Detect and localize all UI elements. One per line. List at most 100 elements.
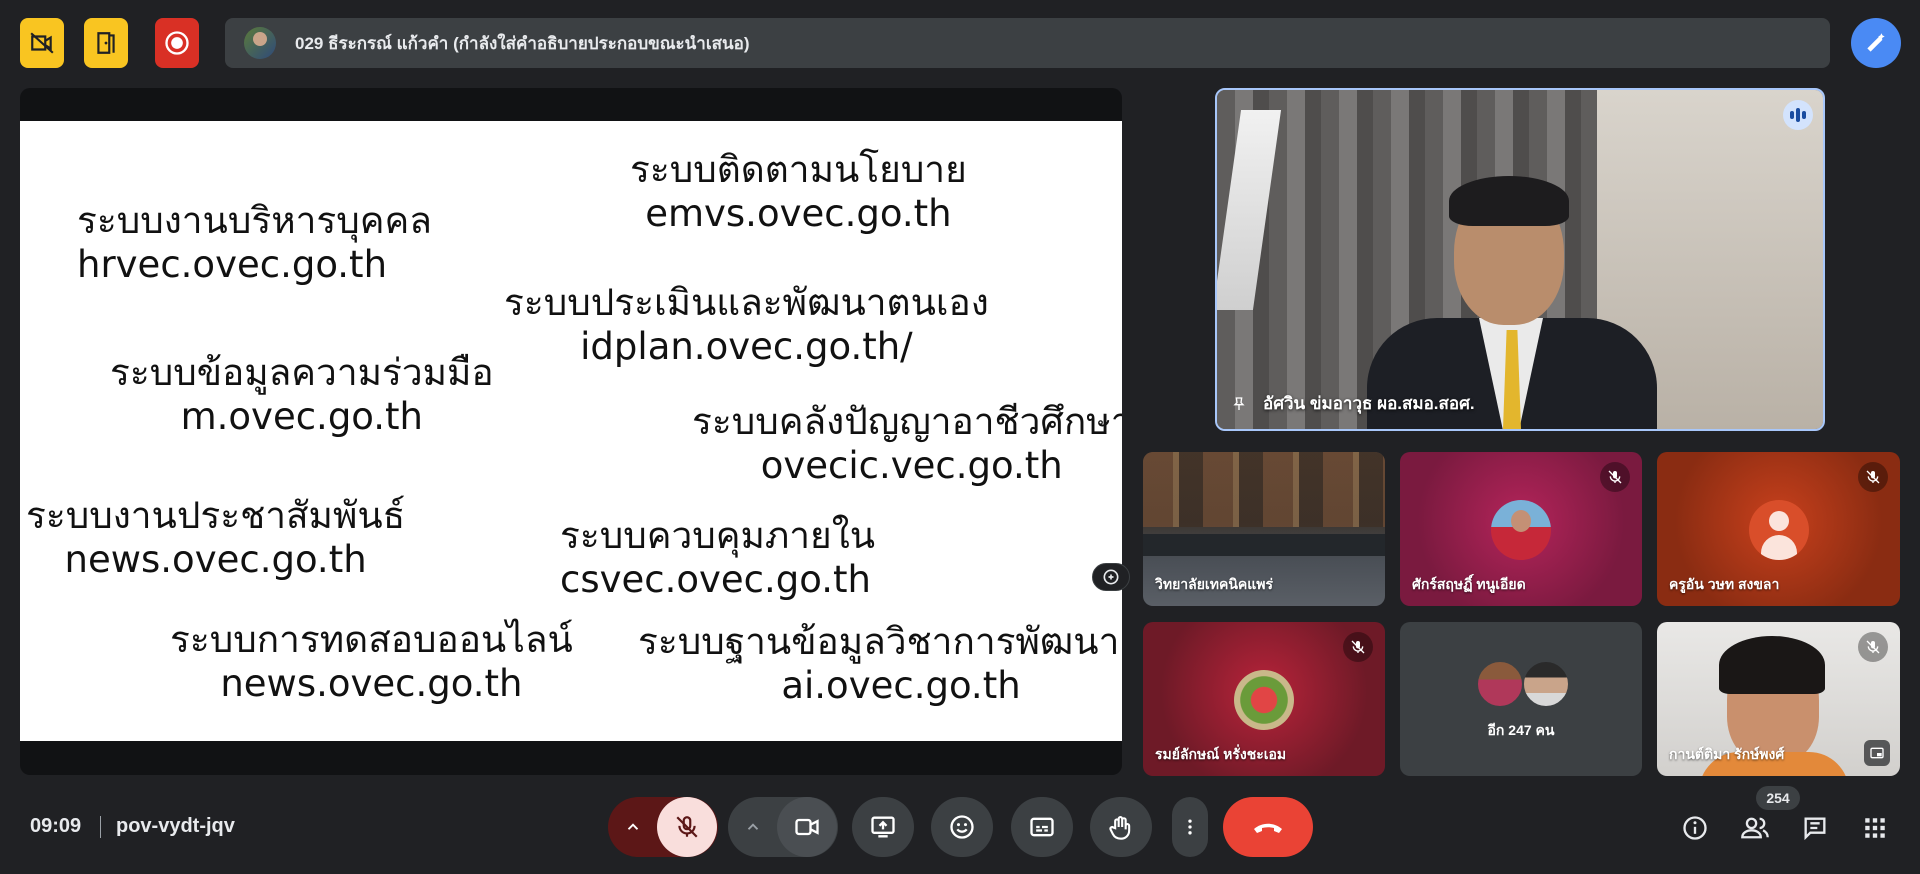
slide-item-url: emvs.ovec.go.th — [645, 192, 952, 236]
emoji-icon — [950, 815, 974, 839]
slide-item: ระบบงานประชาสัมพันธ์ news.ovec.go.th — [26, 494, 405, 583]
camera-control — [728, 797, 838, 857]
recording-button[interactable] — [155, 18, 199, 68]
pin-icon — [1233, 396, 1245, 410]
slide-item-title: ระบบประเมินและพัฒนาตนเอง — [504, 281, 989, 324]
participant-tile[interactable]: รมย์ลักษณ์ หรั่งชะเอม — [1143, 622, 1385, 776]
main-speaker-label: อัศวิน ข่มอาวุธ ผอ.สมอ.สอศ. — [1231, 390, 1475, 417]
slide-item: ระบบฐานข้อมูลวิชาการพัฒนาครู ai.ovec.go.… — [638, 620, 1122, 709]
participant-tile[interactable]: ศักร์สฤษฏิ์ ทนูเอียด — [1400, 452, 1642, 606]
meeting-code: pov-vydt-jqv — [116, 815, 235, 837]
slide-item-url: news.ovec.go.th — [64, 538, 367, 582]
chat-button[interactable] — [1797, 810, 1833, 846]
avatar — [1522, 660, 1570, 708]
divider — [100, 816, 101, 838]
presentation-slide: ระบบงานบริหารบุคคล hrvec.ovec.go.th ระบบ… — [20, 121, 1122, 741]
more-participants-label: อีก 247 คน — [1487, 722, 1555, 738]
slide-item-title: ระบบข้อมูลความร่วมมือ — [110, 351, 494, 394]
participant-name: ครูอัน วษท สงขลา — [1669, 576, 1780, 592]
slide-item: ระบบประเมินและพัฒนาตนเอง idplan.ovec.go.… — [504, 281, 989, 370]
ai-annotate-button[interactable] — [1851, 18, 1901, 68]
more-participants-tile[interactable]: อีก 247 คน — [1400, 622, 1642, 776]
presentation-stage: ระบบงานบริหารบุคคล hrvec.ovec.go.th ระบบ… — [20, 88, 1122, 775]
slide-item: ระบบการทดสอบออนไลน์ news.ovec.go.th — [170, 618, 573, 707]
default-avatar-icon — [1749, 500, 1809, 560]
participant-name: กานต์ติมา รักษ์พงศ์ — [1669, 746, 1785, 762]
mic-off-icon — [1858, 632, 1888, 662]
door-icon — [97, 32, 115, 54]
meeting-details-button[interactable] — [1677, 810, 1713, 846]
captions-button[interactable] — [1011, 797, 1073, 857]
video-options-button[interactable] — [729, 818, 777, 836]
hand-raise-off-button[interactable] — [20, 18, 64, 68]
avatar — [1491, 500, 1551, 560]
slide-item-url: hrvec.ovec.go.th — [77, 243, 388, 287]
raise-hand-button[interactable] — [1090, 797, 1152, 857]
slide-item-title: ระบบงานบริหารบุคคล — [77, 199, 432, 242]
participant-count-badge: 254 — [1756, 786, 1800, 810]
captions-icon — [1030, 817, 1054, 837]
toggle-mic-button[interactable] — [657, 797, 717, 857]
slide-item-title: ระบบติดตามนโยบาย — [630, 148, 967, 191]
presenter-banner: 029 ธีระกรณ์ แก้วคำ (กำลังใส่คำอธิบายประ… — [225, 18, 1830, 68]
record-icon — [165, 31, 189, 55]
participant-tile[interactable]: กานต์ติมา รักษ์พงศ์ — [1657, 622, 1900, 776]
slide-item-title: ระบบการทดสอบออนไลน์ — [170, 618, 573, 661]
slide-item-title: ระบบคลังปัญญาอาชีวศึกษา — [692, 400, 1122, 443]
presenter-avatar — [244, 27, 276, 59]
participant-tile[interactable]: ครูอัน วษท สงขลา — [1657, 452, 1900, 606]
main-speaker-tile[interactable]: อัศวิน ข่มอาวุธ ผอ.สมอ.สอศ. — [1215, 88, 1825, 431]
leave-room-button[interactable] — [84, 18, 128, 68]
avatar-stack — [1476, 660, 1571, 712]
leave-call-button[interactable] — [1223, 797, 1313, 857]
participant-name: ศักร์สฤษฏิ์ ทนูเอียด — [1412, 576, 1526, 592]
reactions-button[interactable] — [931, 797, 993, 857]
picture-in-picture-icon[interactable] — [1864, 740, 1890, 766]
mic-off-icon — [1343, 632, 1373, 662]
video-camera-icon — [795, 818, 819, 836]
activities-button[interactable] — [1857, 810, 1893, 846]
participant-tile[interactable]: วิทยาลัยเทคนิคแพร่ — [1143, 452, 1385, 606]
more-vert-icon — [1188, 819, 1192, 835]
slide-item-title: ระบบควบคุมภายใน — [560, 514, 876, 557]
magic-pen-icon — [1867, 33, 1885, 52]
slide-item-url: news.ovec.go.th — [220, 662, 523, 706]
slide-item-title: ระบบฐานข้อมูลวิชาการพัฒนาครู — [638, 620, 1122, 663]
mic-off-icon — [676, 816, 698, 838]
slide-item-url: idplan.ovec.go.th/ — [580, 325, 913, 369]
participant-hair — [1719, 636, 1825, 694]
people-icon — [1741, 817, 1769, 839]
slide-item-url: ai.ovec.go.th — [781, 664, 1021, 708]
chevron-up-icon — [627, 823, 639, 830]
background-shelf — [1143, 452, 1385, 527]
slide-item: ระบบควบคุมภายใน csvec.ovec.go.th — [560, 514, 875, 603]
main-speaker-name: อัศวิน ข่มอาวุธ ผอ.สมอ.สอศ. — [1263, 394, 1475, 413]
people-button[interactable] — [1737, 810, 1773, 846]
background-desk — [1143, 534, 1385, 556]
participant-name: รมย์ลักษณ์ หรั่งชะเอม — [1155, 746, 1287, 762]
speaking-indicator-icon — [1783, 100, 1813, 130]
slide-item: ระบบติดตามนโยบาย emvs.ovec.go.th — [630, 148, 967, 237]
info-icon — [1683, 816, 1707, 840]
toggle-camera-button[interactable] — [777, 797, 837, 857]
stage-zoom-button[interactable] — [1092, 563, 1130, 591]
slide-item-title: ระบบงานประชาสัมพันธ์ — [26, 494, 406, 537]
chevron-up-icon — [747, 823, 759, 830]
audio-options-button[interactable] — [609, 818, 657, 836]
phone-hangup-icon — [1254, 823, 1282, 833]
slide-item: ระบบคลังปัญญาอาชีวศึกษา ovecic.vec.go.th — [692, 400, 1122, 489]
avatar — [1476, 660, 1524, 708]
slide-item-url: ovecic.vec.go.th — [760, 444, 1063, 488]
chat-icon — [1804, 817, 1826, 841]
zoom-icon — [1103, 569, 1119, 585]
slide-item-url: csvec.ovec.go.th — [560, 558, 871, 602]
participant-name: วิทยาลัยเทคนิคแพร่ — [1155, 576, 1274, 592]
mic-off-icon — [1600, 462, 1630, 492]
more-options-button[interactable] — [1172, 797, 1208, 857]
meeting-time: 09:09 — [30, 815, 82, 837]
present-icon — [871, 816, 895, 838]
present-screen-button[interactable] — [852, 797, 914, 857]
slide-item: ระบบข้อมูลความร่วมมือ m.ovec.go.th — [110, 351, 494, 440]
slide-item: ระบบงานบริหารบุคคล hrvec.ovec.go.th — [77, 199, 432, 288]
mic-off-icon — [1858, 462, 1888, 492]
